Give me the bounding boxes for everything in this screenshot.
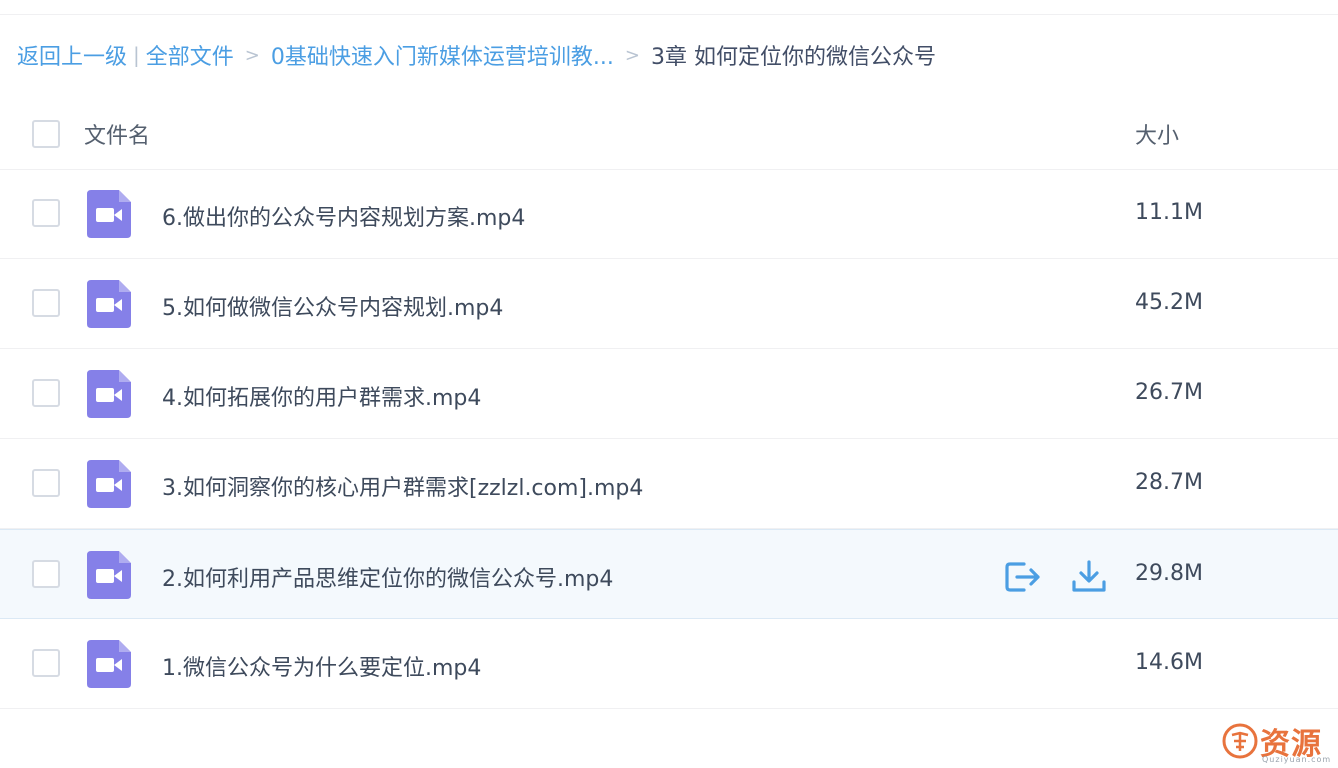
file-size: 45.2M [1135, 290, 1203, 315]
table-row[interactable]: 5.如何做微信公众号内容规划.mp4 45.2M [0, 259, 1338, 349]
table-row[interactable]: 2.如何利用产品思维定位你的微信公众号.mp4 29.8M [0, 529, 1338, 619]
file-size: 11.1M [1135, 200, 1203, 225]
video-file-icon [87, 551, 131, 599]
download-icon[interactable] [1070, 560, 1108, 594]
breadcrumb-back-link[interactable]: 返回上一级 [17, 39, 127, 71]
file-name[interactable]: 2.如何利用产品思维定位你的微信公众号.mp4 [162, 561, 613, 593]
breadcrumb-divider: | [133, 43, 140, 67]
breadcrumb-separator: > [624, 44, 640, 66]
breadcrumb-folder-link[interactable]: 0基础快速入门新媒体运营培训教... [271, 39, 614, 71]
table-row[interactable]: 6.做出你的公众号内容规划方案.mp4 11.1M [0, 169, 1338, 259]
table-row[interactable]: 1.微信公众号为什么要定位.mp4 14.6M [0, 619, 1338, 709]
row-checkbox[interactable] [32, 649, 60, 677]
file-name[interactable]: 1.微信公众号为什么要定位.mp4 [162, 650, 481, 682]
file-size: 14.6M [1135, 650, 1203, 675]
file-name[interactable]: 4.如何拓展你的用户群需求.mp4 [162, 380, 481, 412]
row-checkbox[interactable] [32, 289, 60, 317]
table-header: 文件名 大小 [0, 98, 1338, 170]
video-file-icon [87, 640, 131, 688]
file-size: 28.7M [1135, 470, 1203, 495]
table-row[interactable]: 4.如何拓展你的用户群需求.mp4 26.7M [0, 349, 1338, 439]
select-all-checkbox[interactable] [32, 120, 60, 148]
breadcrumb-all-files-link[interactable]: 全部文件 [146, 39, 234, 71]
watermark-logo-icon [1222, 723, 1258, 759]
row-checkbox[interactable] [32, 199, 60, 227]
file-name[interactable]: 5.如何做微信公众号内容规划.mp4 [162, 290, 503, 322]
file-name[interactable]: 6.做出你的公众号内容规划方案.mp4 [162, 200, 525, 232]
file-name[interactable]: 3.如何洞察你的核心用户群需求[zzlzl.com].mp4 [162, 470, 643, 502]
column-header-name[interactable]: 文件名 [84, 118, 150, 150]
file-browser: 返回上一级 | 全部文件 > 0基础快速入门新媒体运营培训教... > 3章 如… [0, 0, 1338, 768]
watermark: 资源 Quziyuan.com [1222, 721, 1334, 765]
row-checkbox[interactable] [32, 379, 60, 407]
column-header-size[interactable]: 大小 [1135, 118, 1179, 150]
breadcrumb-current-folder: 3章 如何定位你的微信公众号 [650, 45, 936, 70]
file-size: 29.8M [1135, 561, 1203, 586]
breadcrumb: 返回上一级 | 全部文件 > 0基础快速入门新媒体运营培训教... > 3章 如… [17, 40, 936, 70]
video-file-icon [87, 460, 131, 508]
table-row[interactable]: 3.如何洞察你的核心用户群需求[zzlzl.com].mp4 28.7M [0, 439, 1338, 529]
watermark-subtext: Quziyuan.com [1262, 755, 1332, 764]
share-icon[interactable] [1004, 560, 1042, 594]
row-checkbox[interactable] [32, 469, 60, 497]
video-file-icon [87, 190, 131, 238]
top-divider [0, 0, 1338, 15]
video-file-icon [87, 370, 131, 418]
row-checkbox[interactable] [32, 560, 60, 588]
file-size: 26.7M [1135, 380, 1203, 405]
video-file-icon [87, 280, 131, 328]
breadcrumb-separator: > [244, 44, 260, 66]
